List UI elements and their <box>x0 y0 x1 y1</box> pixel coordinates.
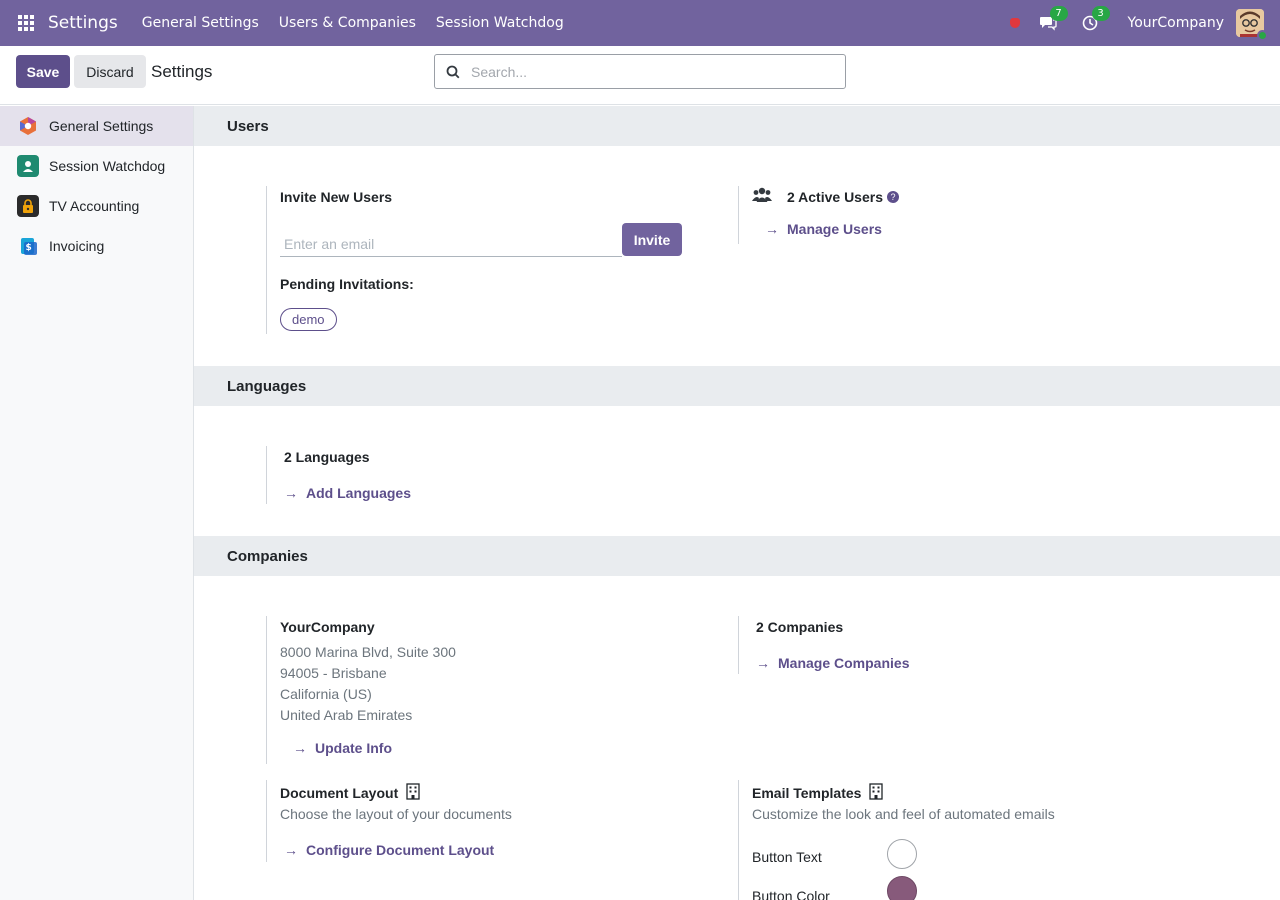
section-languages-header: Languages <box>194 366 1280 406</box>
active-users-box: 2 Active Users ? → Manage Users <box>738 186 1038 244</box>
manage-companies-label: Manage Companies <box>778 655 910 671</box>
invoicing-icon: $ <box>17 235 39 257</box>
search-icon <box>435 65 471 79</box>
address-line: 94005 - Brisbane <box>280 665 387 681</box>
manage-users-label: Manage Users <box>787 221 882 237</box>
languages-count: 2 Languages <box>284 449 370 465</box>
section-users: Invite New Users Invite Pending Invitati… <box>194 146 1280 366</box>
email-templates-title: Email Templates <box>752 785 862 801</box>
languages-box: 2 Languages → Add Languages <box>266 446 566 504</box>
nav-session-watchdog[interactable]: Session Watchdog <box>436 15 564 31</box>
manage-companies-link[interactable]: → Manage Companies <box>756 655 909 671</box>
sidebar-item-label: General Settings <box>49 118 154 134</box>
invite-button[interactable]: Invite <box>622 223 682 256</box>
general-settings-icon <box>17 115 39 137</box>
control-panel: Save Discard Settings <box>0 46 1280 105</box>
save-button[interactable]: Save <box>16 55 70 88</box>
button-text-color-picker[interactable] <box>887 839 917 869</box>
company-info-box: YourCompany 8000 Marina Blvd, Suite 300 … <box>266 616 686 764</box>
companies-count-box: 2 Companies → Manage Companies <box>738 616 1038 674</box>
document-layout-box: Document Layout Choose the layout of you… <box>266 780 686 862</box>
update-info-link[interactable]: → Update Info <box>293 740 392 756</box>
sidebar-item-label: Invoicing <box>49 238 105 254</box>
section-companies-header: Companies <box>194 536 1280 576</box>
search-input[interactable] <box>471 63 831 80</box>
sidebar-item-tv-accounting[interactable]: TV Accounting <box>0 186 193 226</box>
apps-menu-icon[interactable] <box>0 0 52 46</box>
debug-bug-icon[interactable] <box>1009 18 1020 28</box>
sidebar-item-label: Session Watchdog <box>49 158 166 174</box>
settings-sidebar: General Settings Session Watchdog TV Acc… <box>0 106 194 900</box>
arrow-right-icon: → <box>756 655 770 671</box>
email-templates-desc: Customize the look and feel of automated… <box>752 806 1055 822</box>
invite-users-box: Invite New Users Invite Pending Invitati… <box>266 186 686 334</box>
company-name: YourCompany <box>280 619 375 635</box>
user-avatar[interactable] <box>1236 9 1268 41</box>
section-languages: 2 Languages → Add Languages <box>194 406 1280 536</box>
sidebar-item-label: TV Accounting <box>49 198 140 214</box>
companies-count: 2 Companies <box>756 619 844 635</box>
app-brand[interactable]: Settings <box>48 13 118 33</box>
section-users-header: Users <box>194 106 1280 146</box>
building-icon <box>869 783 884 803</box>
document-layout-desc: Choose the layout of your documents <box>280 806 512 822</box>
sidebar-item-session-watchdog[interactable]: Session Watchdog <box>0 146 193 186</box>
address-line: 8000 Marina Blvd, Suite 300 <box>280 644 456 660</box>
email-templates-box: Email Templates Customize the look and f… <box>738 780 1158 900</box>
messages-icon[interactable]: 7 <box>1038 6 1068 33</box>
nav-general-settings[interactable]: General Settings <box>142 15 259 31</box>
configure-document-layout-label: Configure Document Layout <box>306 842 495 858</box>
arrow-right-icon: → <box>284 842 298 858</box>
page-title: Settings <box>151 62 213 81</box>
help-question-icon[interactable]: ? <box>886 190 899 203</box>
activities-badge: 3 <box>1091 6 1110 21</box>
invite-users-label: Invite New Users <box>280 189 393 205</box>
section-companies: YourCompany 8000 Marina Blvd, Suite 300 … <box>194 576 1280 900</box>
pending-invitations-label: Pending Invitations: <box>280 276 414 292</box>
building-icon <box>406 783 420 803</box>
address-line: United Arab Emirates <box>280 707 413 723</box>
arrow-right-icon: → <box>284 485 298 501</box>
invite-email-input[interactable] <box>280 231 622 257</box>
document-layout-title: Document Layout <box>280 785 399 801</box>
address-line: California (US) <box>280 686 372 702</box>
discard-button[interactable]: Discard <box>74 55 146 88</box>
button-color-label: Button Color <box>752 888 830 900</box>
arrow-right-icon: → <box>765 221 779 237</box>
tv-accounting-icon <box>17 195 39 217</box>
active-users-count: 2 Active Users <box>787 188 883 205</box>
company-switcher[interactable]: YourCompany <box>1128 15 1225 31</box>
arrow-right-icon: → <box>293 740 307 756</box>
add-languages-label: Add Languages <box>306 485 412 501</box>
nav-users-companies[interactable]: Users & Companies <box>279 15 416 31</box>
button-color-picker[interactable] <box>887 876 917 900</box>
update-info-label: Update Info <box>315 740 392 756</box>
pending-invitation-tag[interactable]: demo <box>280 308 337 331</box>
button-text-label: Button Text <box>752 849 822 865</box>
settings-main: Users Invite New Users Invite Pending In… <box>194 106 1280 900</box>
manage-users-link[interactable]: → Manage Users <box>765 221 882 237</box>
session-watchdog-icon <box>17 155 39 177</box>
configure-document-layout-link[interactable]: → Configure Document Layout <box>284 842 494 858</box>
online-status-dot <box>1257 30 1268 41</box>
top-navbar: Settings General Settings Users & Compan… <box>0 0 1280 46</box>
activities-clock-icon[interactable]: 3 <box>1080 6 1110 33</box>
search-bar[interactable] <box>434 54 846 89</box>
sidebar-item-invoicing[interactable]: $ Invoicing <box>0 226 193 266</box>
users-group-icon <box>752 186 772 207</box>
messages-badge: 7 <box>1049 6 1068 21</box>
add-languages-link[interactable]: → Add Languages <box>284 485 411 501</box>
svg-text:$: $ <box>26 243 32 253</box>
sidebar-item-general-settings[interactable]: General Settings <box>0 106 193 146</box>
